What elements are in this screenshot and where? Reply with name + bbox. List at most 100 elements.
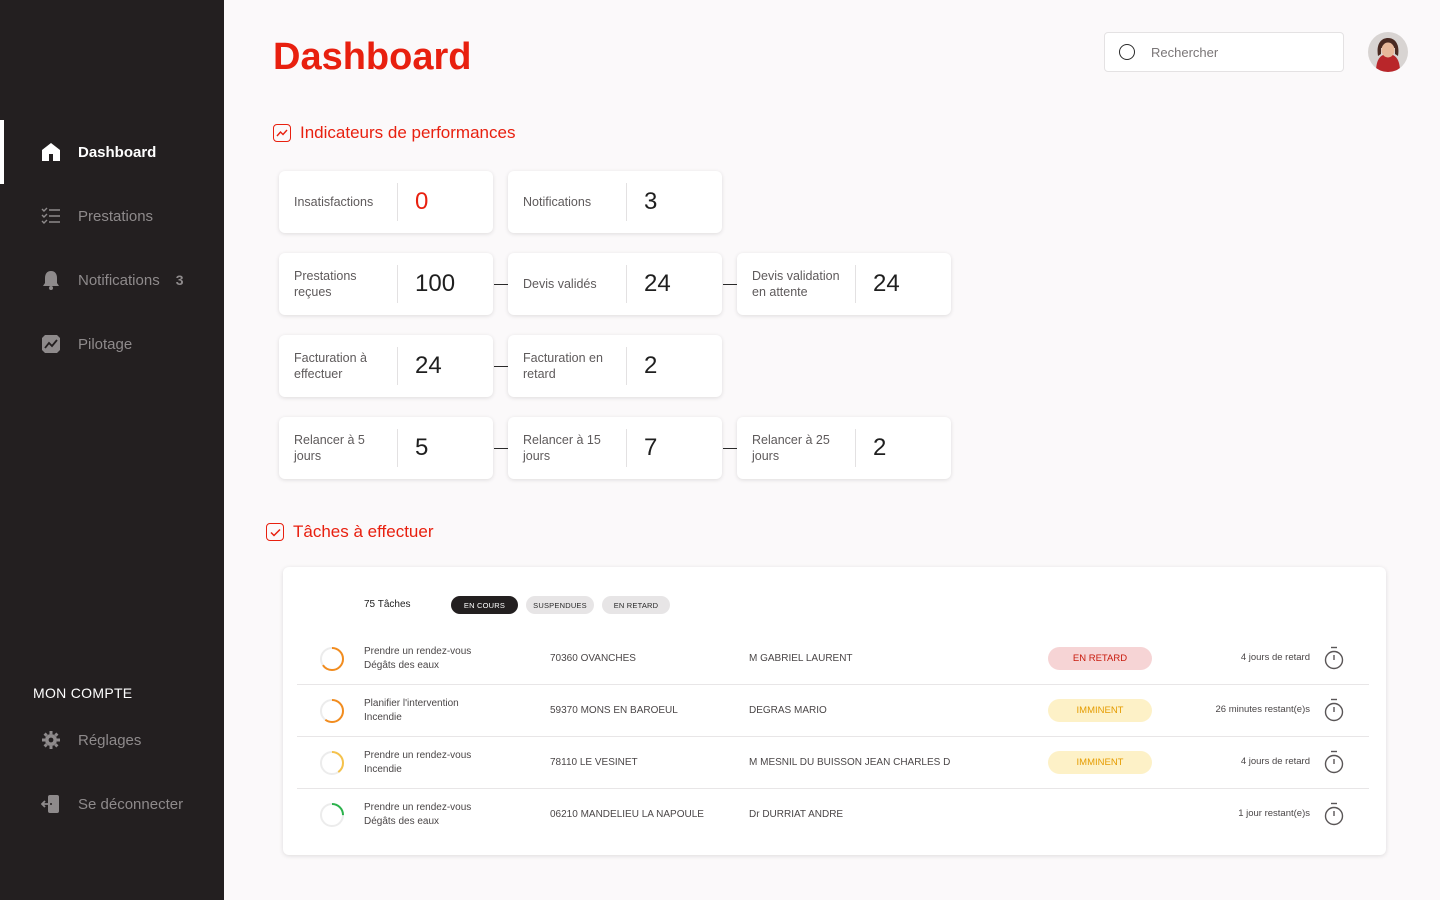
status-badge: IMMINENT (1048, 751, 1152, 774)
page-title: Dashboard (273, 36, 472, 78)
gear-icon (40, 729, 62, 751)
filter-suspendues[interactable]: SUSPENDUES (526, 596, 594, 614)
trend-icon (273, 124, 291, 142)
task-row[interactable]: Prendre un rendez-vous Dégâts des eaux 7… (297, 633, 1369, 685)
task-subtitle: Incendie (364, 712, 402, 723)
sidebar-item-label: Se déconnecter (78, 795, 184, 813)
task-city: 78110 LE VESINET (550, 757, 638, 768)
kpi-value: 5 (415, 434, 429, 461)
kpi-label: Facturation à effectuer (294, 351, 367, 381)
filter-en-cours[interactable]: EN COURS (451, 596, 518, 614)
task-subtitle: Dégâts des eaux (364, 816, 440, 827)
home-icon (40, 141, 62, 163)
kpi-card-facturation-effectuer[interactable]: Facturation à effectuer 24 (279, 335, 493, 397)
progress-ring-icon (320, 699, 344, 723)
search-placeholder: Rechercher (1151, 44, 1219, 60)
kpi-value: 2 (873, 434, 887, 461)
sidebar-item-dashboard[interactable]: Dashboard (0, 120, 224, 184)
stopwatch-icon[interactable] (1323, 802, 1345, 826)
kpi-value: 0 (415, 188, 429, 215)
kpi-label: Relancer à 15 jours (523, 433, 601, 463)
sidebar-item-label: Réglages (78, 731, 142, 749)
checklist-icon (40, 205, 62, 227)
status-badge: IMMINENT (1048, 699, 1152, 722)
stopwatch-icon[interactable] (1323, 646, 1345, 670)
kpi-connector (494, 366, 508, 367)
task-time: 4 jours de retard (1240, 652, 1310, 663)
task-subtitle: Dégâts des eaux (364, 660, 440, 671)
search-icon (1119, 44, 1135, 60)
task-time: 4 jours de retard (1240, 756, 1310, 767)
sidebar-item-prestations[interactable]: Prestations (0, 184, 224, 248)
kpi-card-prestations-recues[interactable]: Prestations reçues 100 (279, 253, 493, 315)
task-city: 06210 MANDELIEU LA NAPOULE (550, 809, 704, 820)
sidebar-item-pilotage[interactable]: Pilotage (0, 312, 224, 376)
kpi-card-relancer-25[interactable]: Relancer à 25 jours 2 (737, 417, 951, 479)
task-person: M MESNIL DU BUISSON JEAN CHARLES D (749, 757, 951, 768)
task-row[interactable]: Prendre un rendez-vous Dégâts des eaux 0… (297, 789, 1369, 841)
kpi-value: 24 (415, 352, 442, 379)
task-person: M GABRIEL LAURENT (749, 653, 853, 664)
sidebar-item-logout[interactable]: Se déconnecter (0, 772, 224, 836)
kpi-label: Devis validation en attente (752, 269, 840, 299)
task-title: Prendre un rendez-vous Dégâts des eaux (364, 645, 471, 673)
progress-ring-icon (320, 647, 344, 671)
kpi-label: Devis validés (523, 277, 597, 291)
task-city: 59370 MONS EN BAROEUL (550, 705, 678, 716)
kpi-card-relancer-5[interactable]: Relancer à 5 jours 5 (279, 417, 493, 479)
kpi-card-devis-valides[interactable]: Devis validés 24 (508, 253, 722, 315)
kpi-value: 24 (873, 270, 900, 297)
kpi-label: Facturation en retard (523, 351, 603, 381)
filter-en-retard[interactable]: EN RETARD (602, 596, 670, 614)
task-title: Prendre un rendez-vous Incendie (364, 749, 471, 777)
stopwatch-icon[interactable] (1323, 698, 1345, 722)
task-person: Dr DURRIAT ANDRE (749, 809, 844, 820)
sidebar: Dashboard Prestations Notifications 3 Pi… (0, 0, 224, 900)
task-title-line: Planifier l'intervention (364, 698, 459, 709)
account-section-title: MON COMPTE (33, 685, 133, 701)
kpi-connector (494, 284, 508, 285)
kpi-label: Relancer à 5 jours (294, 433, 365, 463)
kpi-value: 100 (415, 270, 456, 297)
task-row[interactable]: Planifier l'intervention Incendie 59370 … (297, 685, 1369, 737)
sidebar-item-notifications[interactable]: Notifications 3 (0, 248, 224, 312)
task-time: 1 jour restant(e)s (1238, 808, 1310, 819)
avatar[interactable] (1368, 32, 1408, 72)
kpi-card-notifications[interactable]: Notifications 3 (508, 171, 722, 233)
task-person: DEGRAS MARIO (749, 705, 827, 716)
kpi-label: Relancer à 25 jours (752, 433, 830, 463)
task-row[interactable]: Prendre un rendez-vous Incendie 78110 LE… (297, 737, 1369, 789)
kpi-label: Prestations reçues (294, 269, 357, 299)
kpi-connector (723, 448, 737, 449)
notification-count-badge: 3 (175, 272, 184, 288)
kpi-value: 2 (644, 352, 658, 379)
chart-trend-icon (40, 333, 62, 355)
kpi-section-label: Indicateurs de performances (300, 123, 516, 142)
kpi-label: Insatisfactions (294, 195, 374, 209)
sidebar-item-label: Dashboard (78, 143, 157, 161)
progress-ring-icon (320, 803, 344, 827)
tasks-section-title: Tâches à effectuer (266, 522, 434, 542)
tasks-count: 75 Tâches (364, 599, 411, 610)
sidebar-item-label: Pilotage (78, 335, 133, 353)
kpi-card-insatisfactions[interactable]: Insatisfactions 0 (279, 171, 493, 233)
kpi-card-facturation-retard[interactable]: Facturation en retard 2 (508, 335, 722, 397)
kpi-value: 3 (644, 188, 658, 215)
kpi-connector (723, 284, 737, 285)
task-subtitle: Incendie (364, 764, 402, 775)
checkbox-icon (266, 523, 284, 541)
logout-icon (40, 793, 62, 815)
kpi-card-devis-attente[interactable]: Devis validation en attente 24 (737, 253, 951, 315)
task-city: 70360 OVANCHES (550, 653, 636, 664)
search-input[interactable]: Rechercher (1104, 32, 1344, 72)
task-title: Planifier l'intervention Incendie (364, 697, 459, 725)
task-title-line: Prendre un rendez-vous (364, 750, 472, 761)
task-time: 26 minutes restant(e)s (1215, 704, 1310, 715)
task-title-line: Prendre un rendez-vous (364, 646, 472, 657)
sidebar-item-settings[interactable]: Réglages (0, 708, 224, 772)
task-title-line: Prendre un rendez-vous (364, 802, 472, 813)
kpi-card-relancer-15[interactable]: Relancer à 15 jours 7 (508, 417, 722, 479)
kpi-section-title: Indicateurs de performances (273, 123, 515, 143)
tasks-section-label: Tâches à effectuer (293, 522, 434, 541)
stopwatch-icon[interactable] (1323, 750, 1345, 774)
